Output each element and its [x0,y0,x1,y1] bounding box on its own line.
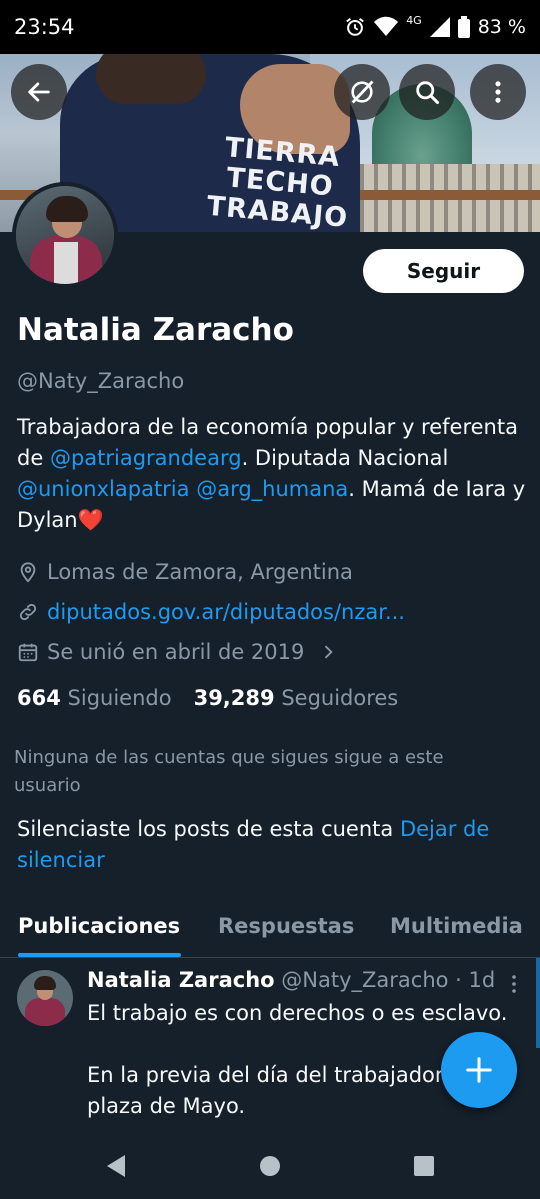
compose-button[interactable] [441,1032,517,1108]
chevron-right-icon [325,645,333,659]
mention-link[interactable]: @patriagrandearg [50,446,242,470]
bio-text: . Diputada Nacional [241,446,449,470]
profile-location: Lomas de Zamora, Argentina [17,560,353,584]
active-tab-indicator [18,953,181,957]
scroll-indicator [536,958,540,1048]
grok-icon [351,80,374,104]
back-button[interactable] [11,64,67,120]
profile-avatar[interactable] [12,182,118,288]
system-nav-bar [0,1133,540,1199]
search-icon [416,81,440,105]
mention-link[interactable]: @arg_humana [196,477,348,501]
following-link[interactable]: 664 Siguiendo [17,686,172,710]
joined-text: Se unió en abril de 2019 [47,640,305,664]
post-more-icon[interactable] [504,972,524,996]
heart-emoji: ❤️ [77,508,104,532]
status-bar: 23:54 4G 83 % [0,0,540,54]
follow-counts: 664 Siguiendo 39,289 Seguidores [17,686,398,710]
post-author[interactable]: Natalia Zaracho [87,968,275,992]
tab-replies[interactable]: Respuestas [218,914,354,938]
shirt-slogan: TIERRA TECHO TRABAJO [201,132,358,232]
followers-count: 39,289 [193,686,275,710]
no-mutual-followers-text: Ninguna de las cuentas que sigues sigue … [14,747,444,796]
muted-text: Silenciaste los posts de esta cuenta [17,817,400,841]
back-arrow-icon [28,82,50,102]
battery-icon [457,16,470,38]
status-time: 23:54 [14,15,75,39]
wifi-icon [374,16,399,36]
alarm-icon [346,17,365,36]
location-text: Lomas de Zamora, Argentina [47,560,353,584]
tab-posts[interactable]: Publicaciones [18,914,180,938]
location-pin-icon [20,562,36,583]
tab-media[interactable]: Multimedia [390,914,523,938]
profile-name: Natalia Zaracho [17,312,294,348]
muted-notice: Silenciaste los posts de esta cuenta Dej… [17,814,527,876]
mention-link[interactable]: @unionxlapatria [17,477,190,501]
grok-button[interactable] [334,64,390,120]
profile-handle: @Naty_Zaracho [17,369,185,393]
website-link[interactable]: diputados.gov.ar/diputados/nzar... [47,600,405,624]
post-header: Natalia Zaracho @Naty_Zaracho · 1d [87,968,495,992]
following-label: Siguiendo [67,686,172,710]
plus-icon [466,1057,492,1083]
following-count: 664 [17,686,61,710]
more-options-button[interactable] [470,64,526,120]
followers-link[interactable]: 39,289 Seguidores [194,686,399,710]
network-type: 4G [406,13,422,27]
profile-website[interactable]: diputados.gov.ar/diputados/nzar... [17,600,405,624]
nav-recents-icon[interactable] [411,1153,437,1179]
profile-bio: Trabajadora de la economía popular y ref… [17,412,527,536]
follow-button[interactable]: Seguir [363,249,524,293]
link-icon [19,603,37,621]
battery-level: 83 % [477,16,526,38]
signal-icon [429,17,450,37]
more-vertical-icon [495,81,501,103]
calendar-icon [18,643,38,662]
post-handle-time: @Naty_Zaracho · 1d [281,968,496,992]
status-icons: 4G 83 % [344,13,526,38]
followers-label: Seguidores [281,686,399,710]
nav-home-icon[interactable] [257,1153,283,1179]
nav-back-icon[interactable] [103,1153,129,1179]
post-avatar[interactable] [17,970,73,1026]
search-button[interactable] [399,64,455,120]
profile-tabs: Publicaciones Respuestas Multimedia [0,902,540,958]
post-text-line: El trabajo es con derechos o es esclavo. [87,1001,508,1025]
profile-joined[interactable]: Se unió en abril de 2019 [17,640,338,664]
